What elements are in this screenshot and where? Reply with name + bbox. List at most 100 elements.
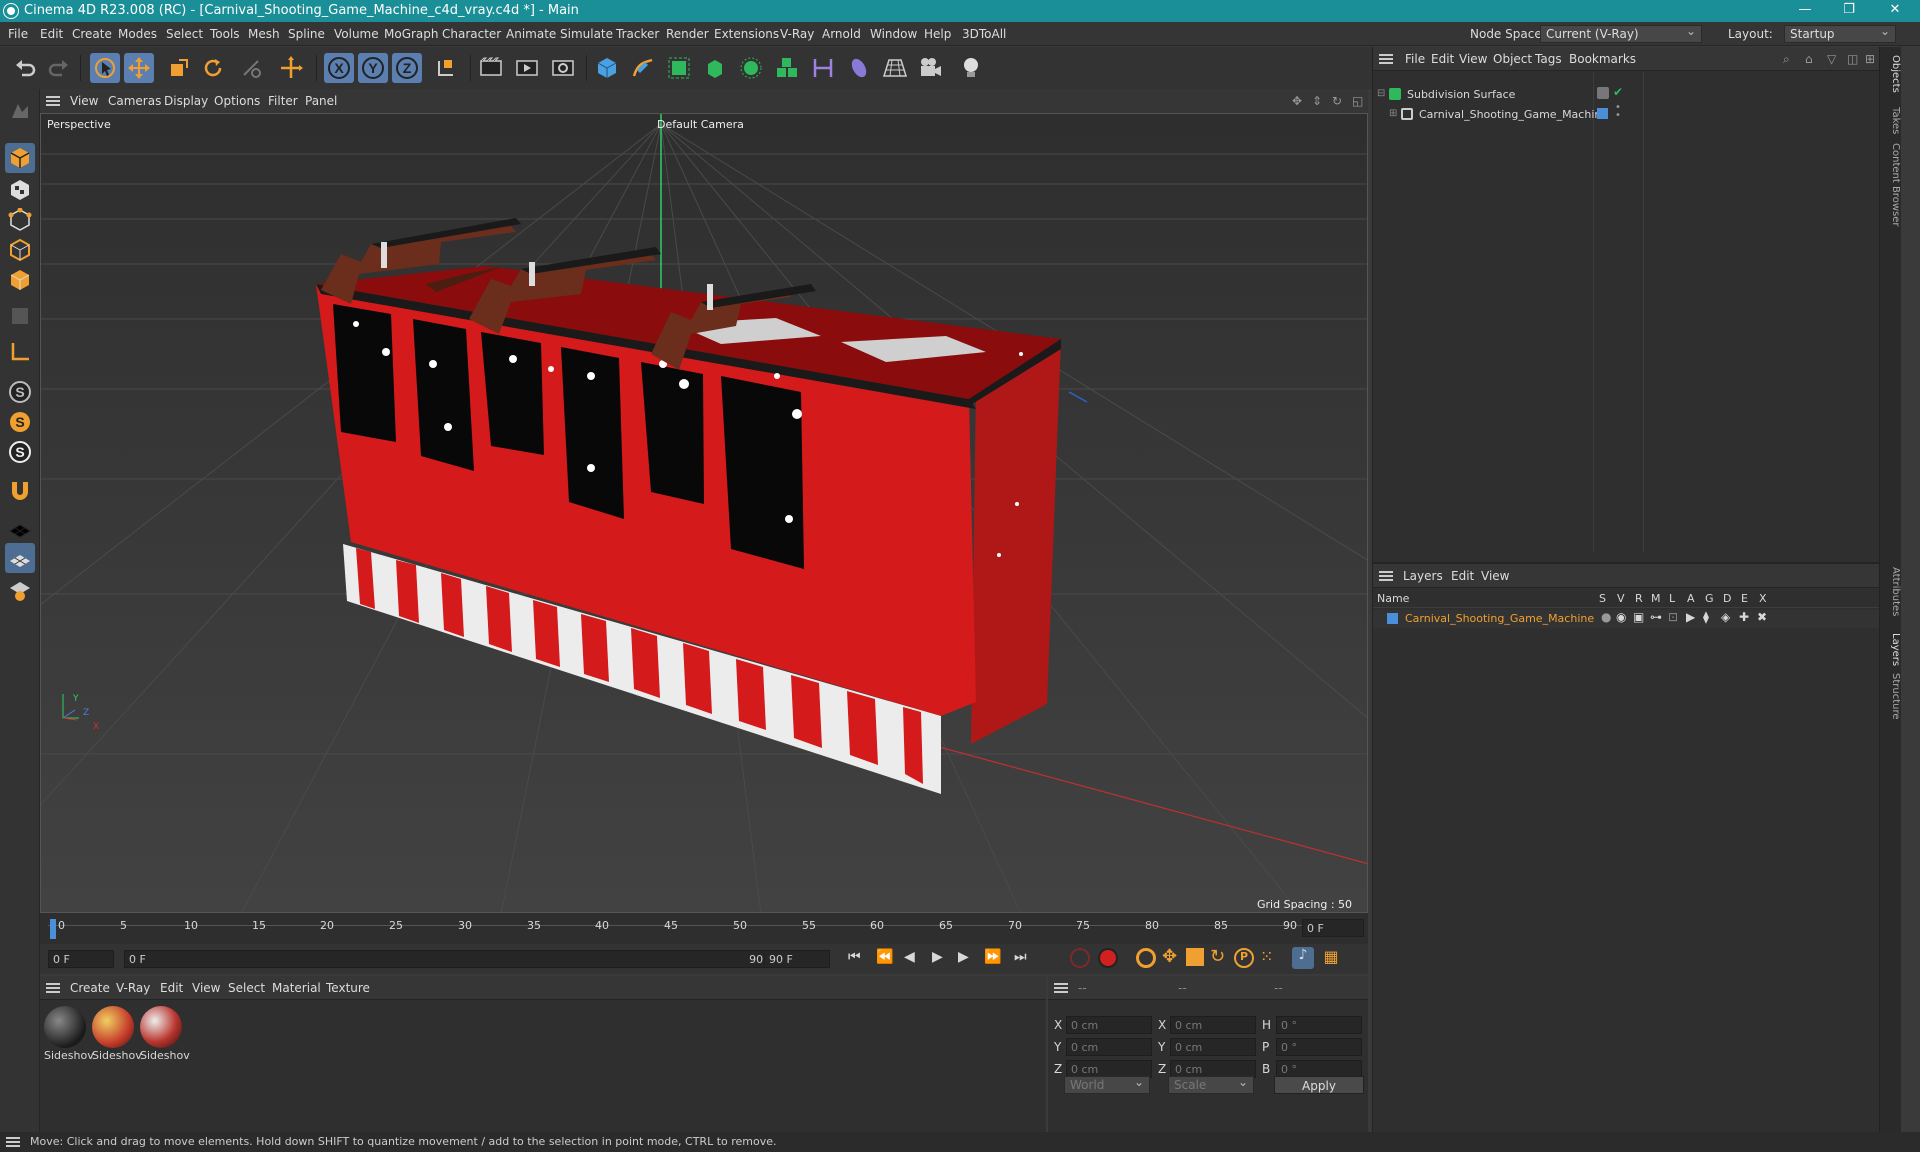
object-menu-bookmarks[interactable]: Bookmarks: [1569, 52, 1636, 66]
layer-manager-icon[interactable]: ⊶: [1650, 610, 1662, 624]
render-view-icon[interactable]: [476, 53, 506, 83]
material-menu-icon[interactable]: [46, 983, 60, 993]
status-menu-icon[interactable]: [6, 1137, 20, 1147]
menu-volume[interactable]: Volume: [334, 27, 379, 41]
end-frame-field[interactable]: 90 F: [764, 950, 830, 968]
previous-frame-icon[interactable]: ◀: [904, 949, 915, 965]
layer-visible-icon[interactable]: ◉: [1616, 610, 1626, 624]
timeline-window-icon[interactable]: ▦: [1320, 947, 1342, 969]
keyframe-selection-icon[interactable]: [1136, 948, 1156, 968]
redo-icon[interactable]: [44, 53, 74, 83]
next-frame-icon[interactable]: ▶: [958, 949, 969, 965]
viewport-rotate-icon[interactable]: ↻: [1332, 94, 1342, 108]
material-menu-view[interactable]: View: [192, 981, 220, 995]
object-name[interactable]: Subdivision Surface: [1407, 88, 1515, 101]
menu-3dtoall[interactable]: 3DToAll: [962, 27, 1006, 41]
material-swatch[interactable]: Sideshov: [92, 1006, 142, 1064]
viewport-menu-icon[interactable]: [46, 96, 60, 106]
viewport-menu-cameras[interactable]: Cameras: [108, 94, 161, 108]
minimize-icon[interactable]: —: [1790, 2, 1820, 20]
go-to-end-icon[interactable]: ⏭: [1014, 949, 1027, 965]
menu-spline[interactable]: Spline: [288, 27, 325, 41]
menu-edit[interactable]: Edit: [40, 27, 63, 41]
menu-mograph[interactable]: MoGraph: [384, 27, 439, 41]
tab-takes[interactable]: Takes: [1879, 107, 1901, 134]
menu-create[interactable]: Create: [72, 27, 112, 41]
recent-tool-icon[interactable]: [236, 53, 266, 83]
menu-character[interactable]: Character: [442, 27, 501, 41]
start-frame-field[interactable]: 0 F: [48, 950, 114, 968]
timeline-ruler[interactable]: 0 5 10 15 20 25 30 35 40 45 50 55 60 65 …: [40, 913, 1368, 944]
object-name[interactable]: Carnival_Shooting_Game_Machine: [1419, 108, 1608, 121]
viewport-camera-label[interactable]: Default Camera: [657, 118, 744, 131]
layer-menu-icon[interactable]: [1379, 571, 1393, 581]
menu-vray[interactable]: V-Ray: [780, 27, 814, 41]
object-manager-menu-icon[interactable]: [1379, 54, 1393, 64]
viewport-zoom-icon[interactable]: ⇕: [1312, 94, 1322, 108]
make-editable-icon[interactable]: [5, 95, 35, 125]
current-frame-field[interactable]: 0 F: [1302, 919, 1364, 937]
next-key-icon[interactable]: ⏩: [984, 949, 1001, 965]
workplane-icon[interactable]: [5, 513, 35, 543]
subdivision-surface-icon[interactable]: [664, 53, 694, 83]
enabled-check-icon[interactable]: ✔: [1613, 85, 1623, 99]
material-menu-select[interactable]: Select: [228, 981, 265, 995]
edge-mode-icon[interactable]: [5, 235, 35, 265]
material-swatch[interactable]: Sideshov: [140, 1006, 190, 1064]
snap-icon[interactable]: S: [5, 377, 35, 407]
locked-workplane-icon[interactable]: [5, 575, 35, 605]
object-menu-view[interactable]: View: [1459, 52, 1487, 66]
tab-objects[interactable]: Objects: [1879, 55, 1901, 93]
menu-extensions[interactable]: Extensions: [714, 27, 779, 41]
rotation-h-field[interactable]: 0 °: [1276, 1016, 1362, 1034]
array-icon[interactable]: [772, 53, 802, 83]
edit-checkbox-icon[interactable]: [1597, 87, 1609, 99]
z-axis-lock-icon[interactable]: Z: [392, 53, 422, 83]
key-parameter-icon[interactable]: P: [1234, 948, 1254, 968]
layer-generator-icon[interactable]: ⧫: [1703, 610, 1709, 624]
restore-icon[interactable]: ❐: [1834, 2, 1864, 20]
apply-button[interactable]: Apply: [1274, 1076, 1364, 1094]
texture-mode-icon[interactable]: [5, 175, 35, 205]
object-layout-icon[interactable]: ◫: [1847, 52, 1858, 66]
menu-animate[interactable]: Animate: [506, 27, 556, 41]
viewport-menu-display[interactable]: Display: [164, 94, 208, 108]
layer-render-icon[interactable]: ▣: [1633, 610, 1644, 624]
object-menu-file[interactable]: File: [1405, 52, 1425, 66]
layer-lock-icon[interactable]: ⊡: [1668, 610, 1678, 624]
object-menu-object[interactable]: Object: [1493, 52, 1532, 66]
tree-row[interactable]: ⊞ Carnival_Shooting_Game_Machine • •: [1373, 103, 1879, 124]
model-mode-icon[interactable]: [5, 143, 35, 173]
key-pla-icon[interactable]: ⁙: [1260, 947, 1273, 966]
object-filter-icon[interactable]: ▽: [1827, 52, 1836, 66]
render-settings-icon[interactable]: [548, 53, 578, 83]
live-selection-icon[interactable]: [90, 53, 120, 83]
collapse-icon[interactable]: ⊟: [1377, 88, 1385, 99]
viewport-menu-filter[interactable]: Filter: [268, 94, 298, 108]
extrude-icon[interactable]: [700, 53, 730, 83]
viewport-pan-icon[interactable]: ✥: [1292, 94, 1302, 108]
magnet-icon[interactable]: [5, 475, 35, 505]
move-tool-icon[interactable]: [124, 53, 154, 83]
menu-file[interactable]: File: [8, 27, 28, 41]
layer-menu-view[interactable]: View: [1481, 569, 1509, 583]
key-rotation-icon[interactable]: ↻: [1210, 946, 1225, 967]
material-menu-edit[interactable]: Edit: [160, 981, 183, 995]
point-mode-icon[interactable]: [5, 205, 35, 235]
menu-arnold[interactable]: Arnold: [822, 27, 861, 41]
axis-mode-icon[interactable]: [5, 337, 35, 367]
material-menu-create[interactable]: Create: [70, 981, 110, 995]
tab-structure[interactable]: Structure: [1879, 673, 1901, 720]
object-menu-tags[interactable]: Tags: [1535, 52, 1562, 66]
layer-menu-layers[interactable]: Layers: [1403, 569, 1443, 583]
y-axis-lock-icon[interactable]: Y: [358, 53, 388, 83]
object-search-icon[interactable]: ⌕: [1783, 52, 1790, 67]
menu-modes[interactable]: Modes: [118, 27, 157, 41]
menu-mesh[interactable]: Mesh: [248, 27, 280, 41]
camera-icon[interactable]: [916, 53, 946, 83]
object-home-icon[interactable]: ⌂: [1805, 52, 1813, 66]
object-menu-edit[interactable]: Edit: [1431, 52, 1454, 66]
material-menu-vray[interactable]: V-Ray: [116, 981, 150, 995]
snap-workplane-icon[interactable]: S: [5, 437, 35, 467]
world-axis-icon[interactable]: [276, 53, 306, 83]
